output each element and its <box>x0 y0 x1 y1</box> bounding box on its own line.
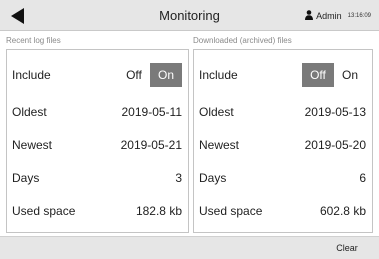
recent-oldest-row: Oldest 2019-05-11 <box>7 100 188 124</box>
days-label: Days <box>199 171 227 185</box>
used-space-label: Used space <box>12 204 76 218</box>
newest-label: Newest <box>12 138 53 152</box>
archived-days-row: Days 6 <box>194 166 372 190</box>
include-label: Include <box>199 68 238 82</box>
used-space-label: Used space <box>199 204 263 218</box>
recent-days-row: Days 3 <box>7 166 188 190</box>
top-bar: Monitoring Admin 13:16:09 <box>0 0 379 31</box>
recent-space-row: Used space 182.8 kb <box>7 199 188 223</box>
recent-panel: Include Off On Oldest 2019-05-11 Newest … <box>6 49 189 233</box>
archived-panel: Include Off On Oldest 2019-05-13 Newest … <box>193 49 373 233</box>
off-option[interactable]: Off <box>302 63 334 87</box>
clear-button[interactable]: Clear <box>325 237 369 259</box>
days-label: Days <box>12 171 40 185</box>
newest-value: 2019-05-21 <box>120 138 182 152</box>
include-label: Include <box>12 68 51 82</box>
on-option[interactable]: On <box>334 63 366 87</box>
archived-newest-row: Newest 2019-05-20 <box>194 133 372 157</box>
newest-label: Newest <box>199 138 240 152</box>
newest-value: 2019-05-20 <box>304 138 366 152</box>
used-space-value: 182.8 kb <box>135 204 182 218</box>
oldest-label: Oldest <box>199 105 234 119</box>
off-option[interactable]: Off <box>118 63 150 87</box>
bottom-bar: Clear <box>0 236 379 259</box>
person-icon <box>305 7 314 25</box>
days-value: 3 <box>175 171 182 185</box>
user-indicator: Admin 13:16:09 <box>305 0 371 31</box>
archived-oldest-row: Oldest 2019-05-13 <box>194 100 372 124</box>
archived-section-label: Downloaded (archived) files <box>193 36 292 45</box>
days-value: 6 <box>359 171 366 185</box>
recent-section-label: Recent log files <box>6 36 61 45</box>
oldest-value: 2019-05-13 <box>304 105 366 119</box>
archived-space-row: Used space 602.8 kb <box>194 199 372 223</box>
oldest-label: Oldest <box>12 105 47 119</box>
on-option[interactable]: On <box>150 63 182 87</box>
archived-include-row: Include Off On <box>194 63 372 87</box>
recent-include-toggle: Off On <box>118 63 182 87</box>
oldest-value: 2019-05-11 <box>121 105 183 119</box>
clock-time: 13:16:09 <box>347 12 371 19</box>
recent-include-row: Include Off On <box>7 63 188 87</box>
user-name: Admin <box>316 10 342 21</box>
recent-newest-row: Newest 2019-05-21 <box>7 133 188 157</box>
used-space-value: 602.8 kb <box>319 204 366 218</box>
archived-include-toggle: Off On <box>302 63 366 87</box>
